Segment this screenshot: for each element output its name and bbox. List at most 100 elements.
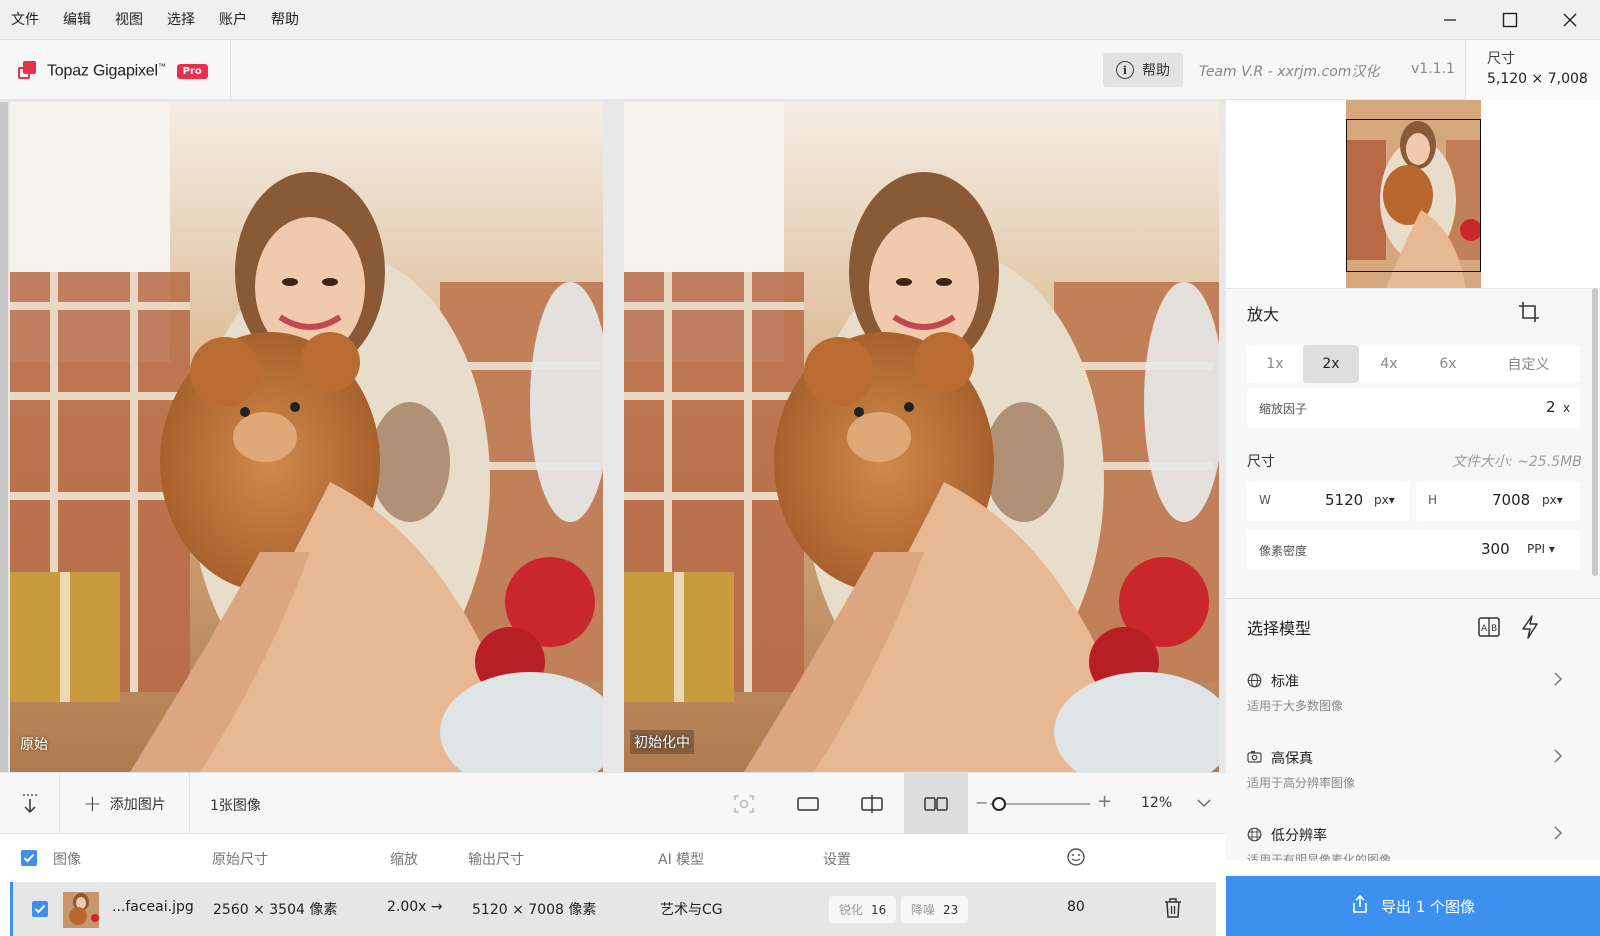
share-export-icon: [1351, 894, 1369, 918]
scale-2x[interactable]: 2x: [1303, 345, 1359, 383]
model-standard[interactable]: 标准 适用于大多数图像: [1247, 671, 1580, 715]
denoise-chip[interactable]: 降噪 23: [901, 896, 969, 923]
col-image[interactable]: 图像: [53, 849, 81, 869]
trash-icon: [1165, 898, 1181, 918]
zoom-in-button[interactable]: +: [1097, 791, 1112, 812]
scale-custom[interactable]: 自定义: [1477, 345, 1580, 383]
col-scale[interactable]: 缩放: [390, 849, 418, 869]
model-standard-desc: 适用于大多数图像: [1247, 699, 1344, 713]
row-checkbox[interactable]: [32, 901, 48, 917]
side-by-side-icon: [924, 797, 948, 811]
version-label: v1.1.1: [1411, 61, 1455, 77]
zoom-out-button[interactable]: −: [975, 793, 988, 812]
sort-down-icon: [22, 794, 37, 814]
zoom-slider-handle[interactable]: [992, 797, 1006, 811]
file-size-estimate: 文件大小: ~25.5MB: [1452, 454, 1582, 470]
model-high-fidelity-desc: 适用于高分辨率图像: [1247, 776, 1356, 790]
model-high-fidelity[interactable]: 高保真 适用于高分辨率图像: [1247, 748, 1580, 792]
height-field[interactable]: H 7008 px▾: [1416, 481, 1580, 521]
scale-4x[interactable]: 4x: [1359, 345, 1419, 383]
scale-factor-label: 缩放因子: [1259, 402, 1308, 416]
row-scale: 2.00x →: [387, 899, 443, 915]
height-value[interactable]: 7008: [1492, 491, 1530, 509]
delete-row-button[interactable]: [1163, 897, 1183, 923]
split-view-icon: [861, 795, 883, 813]
model-high-fidelity-name: 高保真: [1271, 751, 1313, 767]
model-section: 选择模型 A B 标准 适用于大多数图像 高保真 适用于高分辨率图像 低分辨率 …: [1226, 598, 1600, 861]
size-value: 5,120 × 7,008: [1487, 71, 1588, 87]
face-detect-button[interactable]: [712, 773, 776, 835]
menu-account[interactable]: 账户: [207, 2, 259, 38]
col-face[interactable]: [1066, 847, 1086, 871]
original-photo: [10, 102, 603, 772]
maximize-icon: [1502, 12, 1518, 28]
menu-bar: 文件 编辑 视图 选择 账户 帮助: [0, 0, 1600, 40]
file-list-header: 图像 原始尺寸 缩放 输出尺寸 AI 模型 设置: [0, 834, 1226, 882]
export-button[interactable]: 导出 1 个图像: [1226, 876, 1600, 936]
minimize-icon: [1444, 19, 1456, 21]
chevron-down-icon: [1197, 799, 1211, 807]
width-field[interactable]: W 5120 px▾: [1247, 481, 1409, 521]
col-original-size[interactable]: 原始尺寸: [212, 849, 268, 869]
app-logo: Topaz Gigapixel™ Pro: [18, 61, 208, 81]
file-list-row[interactable]: ...faceai.jpg 2560 × 3504 像素 2.00x → 512…: [10, 882, 1216, 936]
menu-file[interactable]: 文件: [0, 2, 51, 38]
globe-icon: [1247, 673, 1262, 692]
scale-factor-value[interactable]: 2: [1546, 398, 1556, 416]
processing-label: 初始化中: [630, 730, 694, 754]
col-settings[interactable]: 设置: [823, 849, 851, 869]
zoom-value[interactable]: 12%: [1141, 795, 1172, 811]
help-button[interactable]: i 帮助: [1103, 53, 1183, 87]
col-ai-model[interactable]: AI 模型: [658, 849, 704, 869]
add-image-button[interactable]: + 添加图片: [60, 773, 190, 835]
height-unit-dropdown[interactable]: px▾: [1542, 493, 1563, 507]
ppi-field[interactable]: 像素密度 300 PPI ▾: [1247, 530, 1580, 570]
svg-text:A: A: [1481, 624, 1488, 634]
panel-scrollbar[interactable]: [1592, 288, 1598, 576]
original-preview[interactable]: 原始: [10, 102, 603, 772]
check-icon: [23, 853, 35, 863]
compare-ab-icon: A B: [1478, 617, 1500, 637]
ppi-unit-dropdown[interactable]: PPI ▾: [1527, 542, 1555, 556]
help-label: 帮助: [1142, 63, 1170, 79]
select-all-checkbox[interactable]: [21, 850, 37, 866]
navigator-viewport[interactable]: [1346, 119, 1481, 272]
sharpen-chip[interactable]: 锐化 16: [829, 896, 897, 923]
compare-models-button[interactable]: A B: [1478, 617, 1500, 641]
auto-model-button[interactable]: [1520, 615, 1540, 643]
preview-area[interactable]: 原始 初始化中: [0, 100, 1226, 772]
row-output-size: 5120 × 7008 像素: [472, 902, 597, 918]
processed-preview[interactable]: 初始化中: [624, 102, 1219, 772]
minimize-button[interactable]: [1420, 0, 1480, 40]
navigator[interactable]: [1226, 100, 1600, 288]
scale-factor-field[interactable]: 缩放因子 2 x: [1247, 388, 1580, 428]
zoom-dropdown-button[interactable]: [1196, 795, 1212, 815]
single-view-icon: [797, 797, 819, 811]
maximize-button[interactable]: [1480, 0, 1540, 40]
sort-button[interactable]: [0, 773, 60, 835]
split-view-button[interactable]: [840, 773, 904, 835]
width-unit-dropdown[interactable]: px▾: [1374, 493, 1395, 507]
check-icon: [34, 904, 46, 914]
menu-edit[interactable]: 编辑: [51, 2, 103, 38]
app-header: Topaz Gigapixel™ Pro i 帮助 Team V.R - xxr…: [0, 40, 1600, 100]
scale-1x[interactable]: 1x: [1247, 345, 1303, 383]
topaz-logo-icon: [18, 61, 38, 81]
scale-6x[interactable]: 6x: [1419, 345, 1477, 383]
info-icon: i: [1116, 61, 1134, 79]
close-button[interactable]: [1540, 0, 1600, 40]
menu-help[interactable]: 帮助: [259, 2, 311, 38]
window-controls: [1420, 0, 1600, 40]
model-standard-name: 标准: [1271, 674, 1299, 690]
single-view-button[interactable]: [776, 773, 840, 835]
ppi-value[interactable]: 300: [1481, 540, 1510, 558]
side-by-side-view-button[interactable]: [904, 773, 968, 835]
chevron-right-icon: [1553, 671, 1563, 691]
col-output-size[interactable]: 输出尺寸: [468, 849, 524, 869]
crop-button[interactable]: [1518, 301, 1540, 327]
model-low-resolution[interactable]: 低分辨率 适用于有明显像素化的图像: [1247, 825, 1580, 861]
menu-select[interactable]: 选择: [155, 2, 207, 38]
width-value[interactable]: 5120: [1325, 491, 1363, 509]
menu-view[interactable]: 视图: [103, 2, 155, 38]
close-icon: [1563, 13, 1577, 27]
